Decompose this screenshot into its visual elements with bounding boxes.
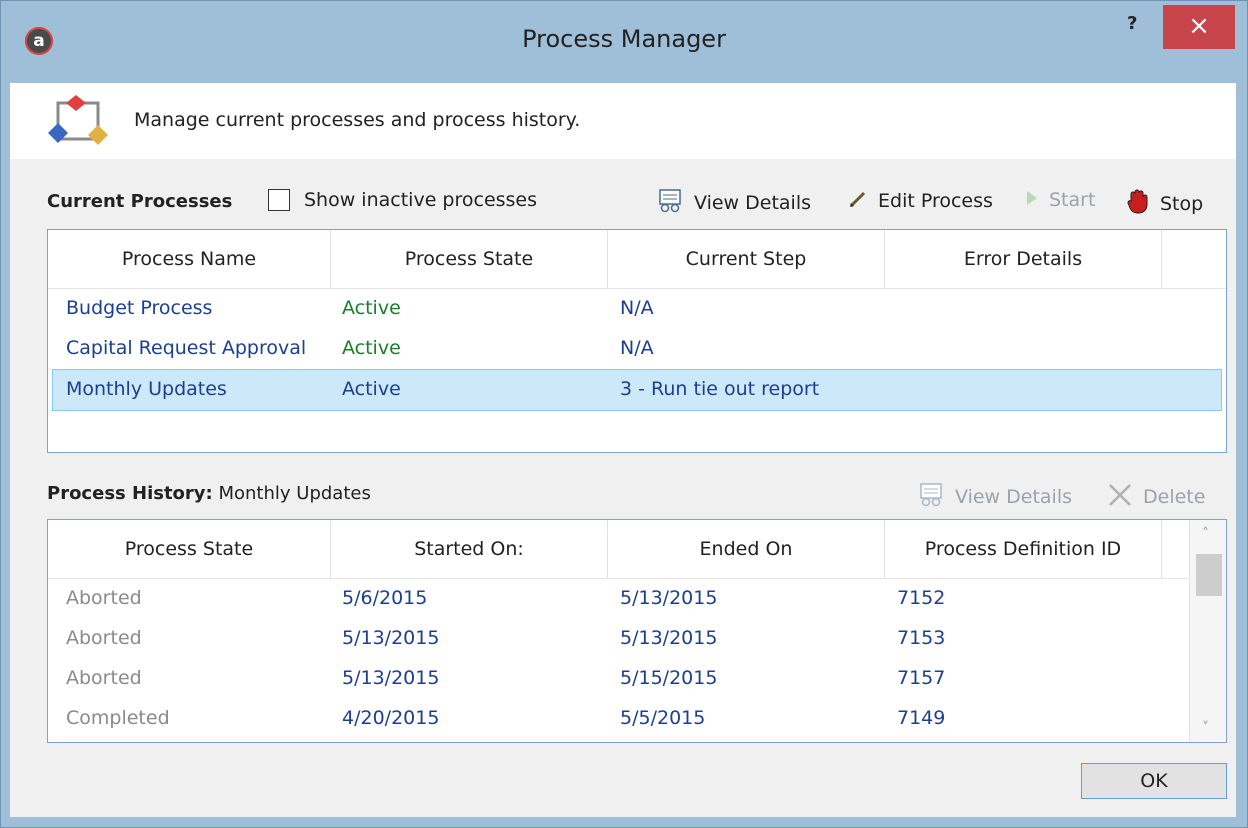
col-current-step[interactable]: Current Step <box>608 248 884 270</box>
current-step-cell: N/A <box>620 297 654 319</box>
col-process-state[interactable]: Process State <box>331 248 607 270</box>
process-diagram-icon <box>48 95 108 145</box>
ended-on-cell: 5/15/2015 <box>620 667 718 689</box>
play-icon <box>1025 189 1039 212</box>
help-button[interactable]: ? <box>1127 13 1137 34</box>
process-name-cell: Capital Request Approval <box>66 337 307 359</box>
delete-x-icon <box>1107 483 1133 512</box>
vertical-scrollbar[interactable]: ˄ ˅ <box>1189 520 1226 742</box>
definition-id-cell: 7152 <box>897 587 946 609</box>
col-error-details[interactable]: Error Details <box>885 248 1161 270</box>
started-on-cell: 5/13/2015 <box>342 667 440 689</box>
dialog-header: Manage current processes and process his… <box>10 83 1236 160</box>
current-processes-table[interactable]: Process Name Process State Current Step … <box>47 229 1227 453</box>
table-row[interactable]: Aborted 5/13/2015 5/15/2015 7157 <box>48 659 1226 699</box>
show-inactive-label[interactable]: Show inactive processes <box>304 189 537 211</box>
table-row[interactable]: Budget Process Active N/A <box>48 289 1226 329</box>
current-step-cell: 3 - Run tie out report <box>620 378 820 400</box>
ended-on-cell: 5/13/2015 <box>620 587 718 609</box>
process-state-cell: Active <box>342 297 401 319</box>
history-view-details-label: View Details <box>955 486 1072 508</box>
close-button[interactable]: × <box>1163 5 1235 49</box>
view-details-icon <box>919 483 945 512</box>
col-ended-on[interactable]: Ended On <box>608 538 884 560</box>
edit-process-button[interactable]: Edit Process <box>848 189 993 214</box>
ended-on-cell: 5/5/2015 <box>620 707 706 729</box>
view-details-icon <box>658 189 684 218</box>
table-row[interactable]: Aborted 5/13/2015 5/13/2015 7153 <box>48 619 1226 659</box>
start-label: Start <box>1049 189 1096 211</box>
started-on-cell: 5/13/2015 <box>342 627 440 649</box>
table-row-selected[interactable]: Monthly Updates Active 3 - Run tie out r… <box>52 369 1222 411</box>
scroll-down-icon[interactable]: ˅ <box>1202 720 1209 736</box>
col-process-definition-id[interactable]: Process Definition ID <box>885 538 1161 560</box>
scroll-up-icon[interactable]: ˄ <box>1202 526 1209 542</box>
start-button[interactable]: Start <box>1025 189 1095 212</box>
started-on-cell: 4/20/2015 <box>342 707 440 729</box>
stop-hand-icon <box>1126 189 1150 220</box>
ok-button[interactable]: OK <box>1081 763 1227 799</box>
history-state-cell: Aborted <box>66 627 142 649</box>
col-process-name[interactable]: Process Name <box>48 248 330 270</box>
process-name-cell: Monthly Updates <box>66 378 227 400</box>
table-row[interactable]: Aborted 5/6/2015 5/13/2015 7152 <box>48 579 1226 619</box>
dialog-content: Current Processes Show inactive processe… <box>10 159 1236 817</box>
started-on-cell: 5/6/2015 <box>342 587 428 609</box>
process-state-cell: Active <box>342 337 401 359</box>
view-details-button[interactable]: View Details <box>658 189 811 218</box>
definition-id-cell: 7153 <box>897 627 946 649</box>
history-state-cell: Aborted <box>66 667 142 689</box>
scroll-thumb[interactable] <box>1196 554 1222 596</box>
show-inactive-checkbox[interactable] <box>268 189 290 211</box>
table-row[interactable]: Capital Request Approval Active N/A <box>48 329 1226 369</box>
window-title: Process Manager <box>522 25 726 53</box>
history-view-details-button[interactable]: View Details <box>919 483 1072 512</box>
current-step-cell: N/A <box>620 337 654 359</box>
delete-label: Delete <box>1143 486 1206 508</box>
table-row[interactable]: Completed 4/20/2015 5/5/2015 7149 <box>48 699 1226 739</box>
delete-button[interactable]: Delete <box>1107 483 1205 512</box>
definition-id-cell: 7157 <box>897 667 946 689</box>
process-state-cell: Active <box>342 378 401 400</box>
table-header: Process State Started On: Ended On Proce… <box>48 520 1226 579</box>
header-description: Manage current processes and process his… <box>134 109 581 131</box>
view-details-label: View Details <box>694 192 811 214</box>
col-started-on[interactable]: Started On: <box>331 538 607 560</box>
process-manager-window: a Process Manager ? × Manage current pro… <box>0 0 1248 828</box>
history-selected-process: Monthly Updates <box>218 483 371 504</box>
process-name-cell: Budget Process <box>66 297 213 319</box>
process-history-label: Process History: Monthly Updates <box>47 483 371 504</box>
history-state-cell: Completed <box>66 707 170 729</box>
definition-id-cell: 7149 <box>897 707 946 729</box>
col-history-state[interactable]: Process State <box>48 538 330 560</box>
stop-button[interactable]: Stop <box>1126 189 1203 220</box>
table-header: Process Name Process State Current Step … <box>48 230 1226 289</box>
title-bar: a Process Manager ? × <box>1 1 1247 83</box>
stop-label: Stop <box>1160 193 1204 215</box>
current-processes-label: Current Processes <box>47 191 233 212</box>
history-state-cell: Aborted <box>66 587 142 609</box>
ended-on-cell: 5/13/2015 <box>620 627 718 649</box>
edit-process-label: Edit Process <box>878 190 993 212</box>
process-history-table[interactable]: Process State Started On: Ended On Proce… <box>47 519 1227 743</box>
pencil-icon <box>848 189 868 214</box>
